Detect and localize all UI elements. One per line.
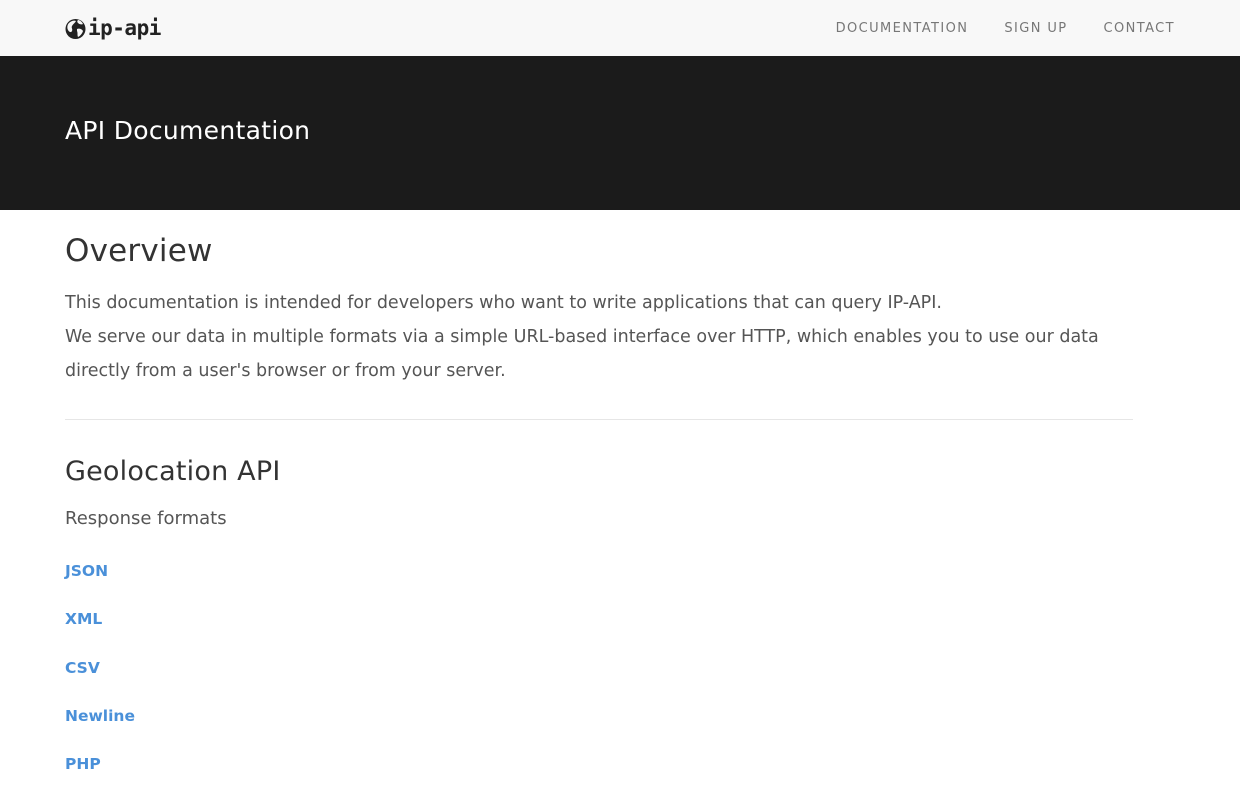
geolocation-api-heading: Geolocation API (65, 456, 281, 487)
nav-documentation-link[interactable]: DOCUMENTATION (836, 21, 969, 36)
overview-paragraph-1: This documentation is intended for devel… (65, 293, 942, 313)
overview-heading: Overview (65, 233, 213, 269)
php-format-link[interactable]: PHP (65, 755, 101, 773)
list-item: CSV (65, 657, 135, 705)
logo-text: ip-api (88, 16, 161, 40)
nav-contact-link[interactable]: CONTACT (1104, 21, 1175, 36)
list-item: Newline (65, 705, 135, 753)
newline-format-link[interactable]: Newline (65, 707, 135, 725)
overview-paragraph-2: We serve our data in multiple formats vi… (65, 327, 1099, 381)
logo[interactable]: ip-api (65, 15, 161, 41)
list-item: XML (65, 608, 135, 656)
hero-banner: API Documentation (0, 56, 1240, 210)
response-format-list: JSON XML CSV Newline PHP (65, 560, 135, 801)
nav-links: DOCUMENTATION SIGN UP CONTACT (800, 0, 1175, 56)
nav-sign-up-link[interactable]: SIGN UP (1004, 21, 1067, 36)
page-title: API Documentation (65, 116, 311, 145)
response-formats-label: Response formats (65, 508, 227, 529)
json-format-link[interactable]: JSON (65, 562, 108, 580)
section-divider (65, 419, 1133, 420)
globe-icon (65, 17, 86, 40)
list-item: PHP (65, 753, 135, 801)
xml-format-link[interactable]: XML (65, 610, 102, 628)
csv-format-link[interactable]: CSV (65, 659, 100, 677)
top-navbar: ip-api DOCUMENTATION SIGN UP CONTACT (0, 0, 1240, 56)
overview-text: This documentation is intended for devel… (65, 286, 1115, 388)
list-item: JSON (65, 560, 135, 608)
